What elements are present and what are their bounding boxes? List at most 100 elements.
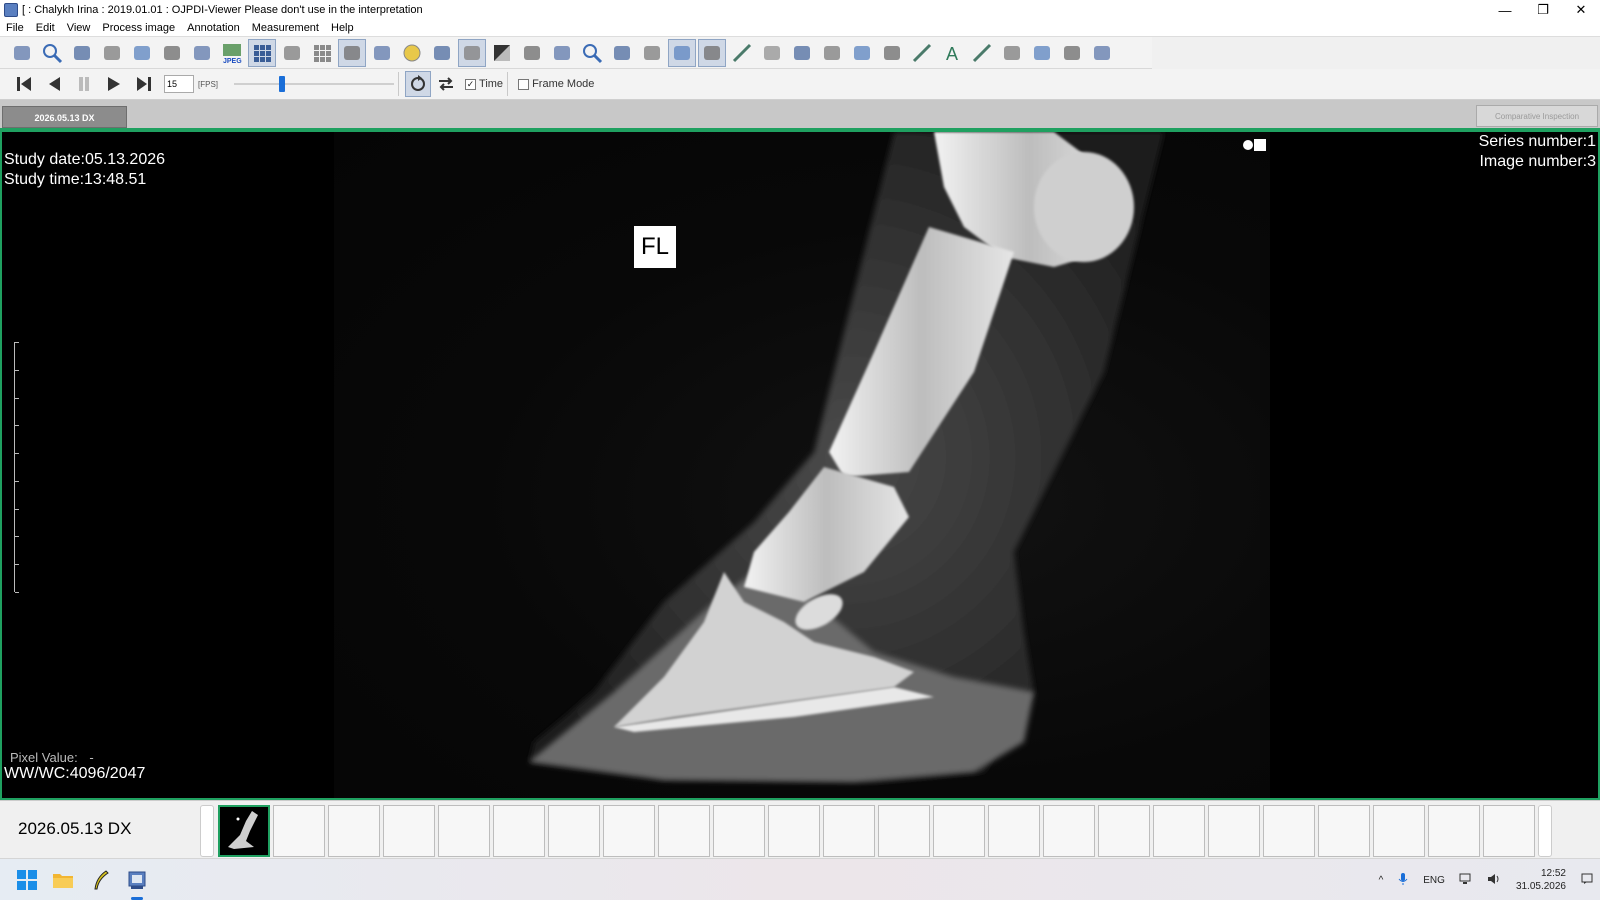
thumbnail-slot[interactable]	[548, 805, 600, 857]
thumbnail-slot[interactable]	[1373, 805, 1425, 857]
play-button[interactable]	[100, 71, 128, 97]
slider-thumb[interactable]	[279, 76, 286, 92]
skull-button[interactable]	[848, 39, 876, 67]
pen-button[interactable]	[968, 39, 996, 67]
database-button[interactable]	[8, 39, 36, 67]
frame-slider[interactable]	[234, 74, 395, 94]
line-button[interactable]	[908, 39, 936, 67]
viewer-app-button[interactable]	[124, 867, 150, 893]
ruler-button[interactable]	[728, 39, 756, 67]
brain-button[interactable]	[818, 39, 846, 67]
menu-file[interactable]: File	[0, 20, 30, 37]
bounce-button[interactable]	[433, 71, 459, 97]
comparative-inspection-button[interactable]: Comparative Inspection	[1476, 105, 1598, 127]
first-frame-button[interactable]	[10, 71, 38, 97]
maximize-button[interactable]: ❐	[1524, 0, 1562, 20]
import-button[interactable]	[158, 39, 186, 67]
prev-frame-button[interactable]	[40, 71, 68, 97]
thumbnail-slot[interactable]	[1208, 805, 1260, 857]
thumbnail-slot[interactable]	[768, 805, 820, 857]
menu-edit[interactable]: Edit	[30, 20, 61, 37]
export-button[interactable]	[128, 39, 156, 67]
minimize-button[interactable]: —	[1486, 0, 1524, 20]
filter-button[interactable]	[668, 38, 696, 67]
zoom-button[interactable]	[578, 39, 606, 67]
info-button[interactable]	[398, 39, 426, 67]
text-button[interactable]: A	[938, 39, 966, 67]
find-button[interactable]	[38, 39, 66, 67]
frame-mode-checkbox[interactable]	[518, 78, 530, 90]
fps-input[interactable]	[164, 75, 194, 93]
thumbnail-slot[interactable]	[328, 805, 380, 857]
thumbnail-slot[interactable]	[603, 805, 655, 857]
thumbnail-slot[interactable]	[933, 805, 985, 857]
network-icon[interactable]	[1459, 873, 1473, 888]
clock[interactable]: 12:52 31.05.2026	[1516, 867, 1566, 893]
invert-button[interactable]	[638, 39, 666, 67]
copy-button[interactable]	[188, 39, 216, 67]
print-button[interactable]	[368, 39, 396, 67]
thumbnail-slot[interactable]	[823, 805, 875, 857]
dicom-button[interactable]	[458, 38, 486, 67]
sharpen-button[interactable]	[698, 38, 726, 67]
file-explorer-button[interactable]	[50, 867, 76, 893]
thumbnail-slot[interactable]	[713, 805, 765, 857]
microphone-icon[interactable]	[1397, 872, 1409, 889]
menu-measurement[interactable]: Measurement	[246, 20, 325, 37]
thumbnail-slot[interactable]	[273, 805, 325, 857]
users-button[interactable]	[98, 39, 126, 67]
menu-view[interactable]: View	[61, 20, 97, 37]
time-option[interactable]: ✓ Time	[465, 78, 503, 90]
last-frame-button[interactable]	[130, 71, 158, 97]
image-viewport[interactable]: Study date:05.13.2026 Study time:13:48.5…	[0, 130, 1600, 800]
pixel-button[interactable]	[758, 39, 786, 67]
study-tab[interactable]: 2026.05.13 DX	[2, 106, 127, 128]
grid-button[interactable]	[308, 39, 336, 67]
rotate-button[interactable]	[608, 39, 636, 67]
thumbnail-slot[interactable]	[1483, 805, 1535, 857]
thumbnail-slot[interactable]	[1098, 805, 1150, 857]
thumbnail-slot[interactable]	[988, 805, 1040, 857]
thumbnail-slot[interactable]	[1043, 805, 1095, 857]
thumbnail-slot[interactable]	[493, 805, 545, 857]
menu-help[interactable]: Help	[325, 20, 360, 37]
user-button[interactable]	[68, 39, 96, 67]
roi-button[interactable]	[518, 39, 546, 67]
menu-annotation[interactable]: Annotation	[181, 20, 246, 37]
polygon-button[interactable]	[1088, 39, 1116, 67]
pan-button[interactable]	[548, 39, 576, 67]
notifications-icon[interactable]	[1581, 873, 1593, 888]
thumbnail-slot[interactable]	[1428, 805, 1480, 857]
edit-button[interactable]	[428, 39, 456, 67]
window-level-button[interactable]	[488, 39, 516, 67]
angle-button[interactable]	[998, 39, 1026, 67]
xray-image[interactable]	[334, 132, 1270, 798]
series-button[interactable]	[278, 39, 306, 67]
tray-overflow-chevron-icon[interactable]: ^	[1379, 875, 1384, 886]
start-button[interactable]	[14, 867, 40, 893]
heart-button[interactable]	[878, 39, 906, 67]
time-checkbox[interactable]: ✓	[465, 78, 477, 90]
pause-button[interactable]	[70, 71, 98, 97]
strip-scroll-left-button[interactable]	[200, 805, 214, 857]
thumbnail-slot[interactable]	[1153, 805, 1205, 857]
volume-icon[interactable]	[1487, 873, 1501, 888]
thumbnail-slot[interactable]	[438, 805, 490, 857]
frame-mode-option[interactable]: Frame Mode	[518, 78, 594, 90]
close-button[interactable]: ✕	[1562, 0, 1600, 20]
patient-button[interactable]	[338, 38, 366, 67]
jpeg-button[interactable]: JPEG	[218, 39, 246, 67]
thumbnail-slot[interactable]	[1318, 805, 1370, 857]
layout-button[interactable]	[248, 38, 276, 67]
thumbnail-slot[interactable]	[383, 805, 435, 857]
loop-button[interactable]	[405, 71, 432, 97]
thumbnail-slot[interactable]	[1263, 805, 1315, 857]
head-button[interactable]	[788, 39, 816, 67]
language-indicator[interactable]: ENG	[1423, 875, 1445, 886]
rect-button[interactable]	[1028, 39, 1056, 67]
strip-scroll-right-button[interactable]	[1538, 805, 1552, 857]
thumbnail-selected[interactable]	[218, 805, 270, 857]
pen-app-button[interactable]	[88, 867, 114, 893]
menu-process-image[interactable]: Process image	[96, 20, 181, 37]
thumbnail-slot[interactable]	[878, 805, 930, 857]
